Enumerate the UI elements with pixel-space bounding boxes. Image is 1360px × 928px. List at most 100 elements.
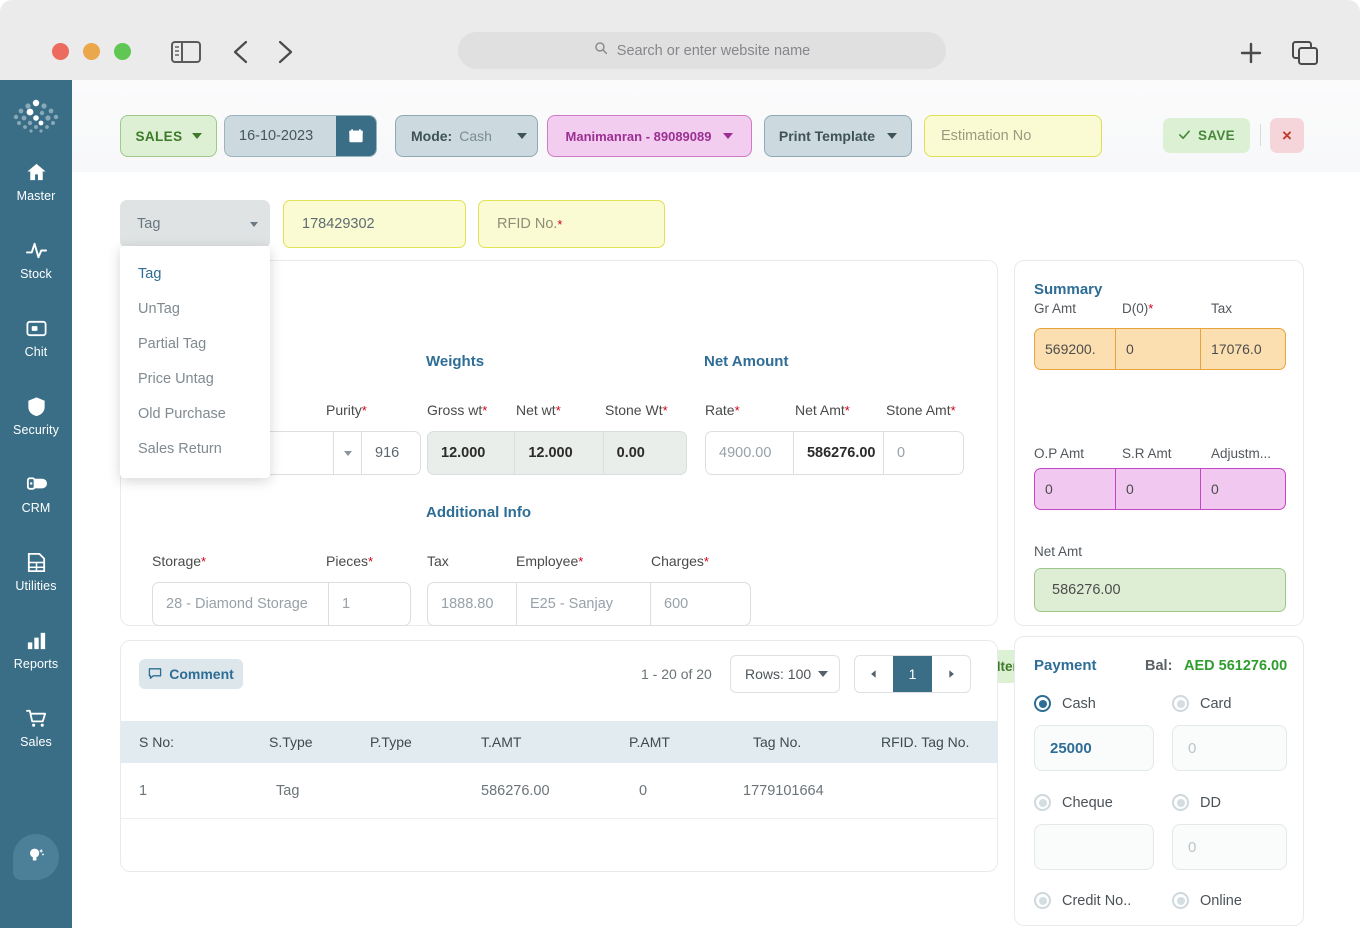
table-row[interactable]: 1 Tag 586276.00 0 1779101664 bbox=[121, 763, 997, 819]
stone-amt-value[interactable]: 0 bbox=[884, 432, 963, 474]
storage-group[interactable]: 28 - Diamond Storage 1 bbox=[152, 582, 411, 626]
required-marker: * bbox=[1148, 301, 1154, 316]
column-header-s-no: S No: bbox=[139, 734, 175, 750]
sidebar-toggle-icon[interactable] bbox=[170, 39, 202, 65]
calendar-icon[interactable] bbox=[336, 116, 376, 156]
sidebar-item-reports[interactable]: Reports bbox=[0, 614, 72, 686]
page-number-1[interactable]: 1 bbox=[893, 656, 932, 692]
balance-value: AED 561276.00 bbox=[1184, 658, 1288, 674]
payment-option-card[interactable]: Card bbox=[1172, 695, 1231, 712]
window-minimize-button[interactable] bbox=[83, 43, 100, 60]
radio-icon[interactable] bbox=[1034, 794, 1051, 811]
toolbar-divider bbox=[1260, 124, 1261, 146]
payment-title: Payment bbox=[1034, 657, 1097, 674]
item-list-card: Comment 1 - 20 of 20 Rows: 100 1 S No: S… bbox=[120, 640, 998, 872]
cell-p-amt: 0 bbox=[639, 782, 648, 799]
address-bar[interactable]: Search or enter website name bbox=[458, 32, 946, 69]
payment-option-cash[interactable]: Cash bbox=[1034, 695, 1096, 712]
op-amt-value[interactable]: 0 bbox=[1035, 469, 1116, 509]
summary-row-amounts[interactable]: 569200. 0 17076.0 bbox=[1034, 328, 1286, 370]
cheque-amount-input[interactable] bbox=[1034, 824, 1154, 870]
payment-option-online[interactable]: Online bbox=[1172, 892, 1242, 909]
dropdown-option-sales-return[interactable]: Sales Return bbox=[120, 431, 270, 466]
payment-option-cheque[interactable]: Cheque bbox=[1034, 794, 1113, 811]
sidebar-item-sales[interactable]: Sales bbox=[0, 692, 72, 764]
sidebar-item-crm[interactable]: CRM bbox=[0, 458, 72, 530]
tag-no-input[interactable]: 178429302 bbox=[283, 200, 466, 248]
required-marker: * bbox=[361, 403, 367, 418]
sidebar-item-stock[interactable]: Stock bbox=[0, 224, 72, 296]
chevron-down-icon[interactable] bbox=[334, 432, 362, 474]
radio-icon[interactable] bbox=[1172, 892, 1189, 909]
section-title-net-amount: Net Amount bbox=[704, 353, 789, 370]
dd-amount-input[interactable]: 0 bbox=[1172, 824, 1287, 870]
employee-value[interactable]: E25 - Sanjay bbox=[517, 583, 651, 625]
chevron-down-icon bbox=[818, 671, 828, 677]
storage-value[interactable]: 28 - Diamond Storage bbox=[153, 583, 329, 625]
sidebar-item-utilities[interactable]: Utilities bbox=[0, 536, 72, 608]
dropdown-option-partial-tag[interactable]: Partial Tag bbox=[120, 326, 270, 361]
net-amt-value[interactable]: 586276.00 bbox=[794, 432, 884, 474]
plus-icon[interactable] bbox=[1236, 38, 1266, 68]
payment-option-credit-no[interactable]: Credit No.. bbox=[1034, 892, 1131, 909]
forward-icon[interactable] bbox=[270, 36, 298, 68]
net-amount-group[interactable]: 4900.00 586276.00 0 bbox=[705, 431, 964, 475]
sidebar-item-label: Master bbox=[16, 189, 56, 203]
gross-wt-value[interactable]: 12.000 bbox=[428, 432, 516, 474]
dropdown-option-price-untag[interactable]: Price Untag bbox=[120, 361, 270, 396]
summary-net-amt-field[interactable]: 586276.00 bbox=[1034, 568, 1286, 612]
radio-icon[interactable] bbox=[1034, 892, 1051, 909]
window-close-button[interactable] bbox=[52, 43, 69, 60]
dropdown-option-tag[interactable]: Tag bbox=[120, 256, 270, 291]
payment-option-dd[interactable]: DD bbox=[1172, 794, 1221, 811]
card-amount-input[interactable]: 0 bbox=[1172, 725, 1287, 771]
estimation-no-input[interactable]: Estimation No bbox=[924, 115, 1102, 157]
pagination-controls[interactable]: 1 bbox=[854, 655, 971, 693]
dropdown-option-untag[interactable]: UnTag bbox=[120, 291, 270, 326]
additional-info-group[interactable]: 1888.80 E25 - Sanjay 600 bbox=[427, 582, 751, 626]
radio-icon[interactable] bbox=[1172, 794, 1189, 811]
purity-value[interactable]: 916 bbox=[362, 432, 412, 474]
tax-value[interactable]: 17076.0 bbox=[1201, 329, 1272, 369]
page-prev-button[interactable] bbox=[855, 656, 893, 692]
tab-overview-icon[interactable] bbox=[1290, 39, 1320, 67]
print-template-selector[interactable]: Print Template bbox=[764, 115, 912, 157]
net-wt-value[interactable]: 12.000 bbox=[515, 432, 604, 474]
weights-group[interactable]: 12.000 12.000 0.00 bbox=[427, 431, 687, 475]
gr-amt-value[interactable]: 569200. bbox=[1035, 329, 1116, 369]
column-header-tag-no: Tag No. bbox=[753, 734, 802, 750]
dropdown-option-old-purchase[interactable]: Old Purchase bbox=[120, 396, 270, 431]
discount-value[interactable]: 0 bbox=[1116, 329, 1201, 369]
sidebar-item-security[interactable]: Security bbox=[0, 380, 72, 452]
page-next-button[interactable] bbox=[932, 656, 970, 692]
sidebar-item-chit[interactable]: Chit bbox=[0, 302, 72, 374]
comment-button[interactable]: Comment bbox=[139, 659, 243, 689]
help-lightbulb-button[interactable] bbox=[13, 834, 59, 880]
stone-wt-value[interactable]: 0.00 bbox=[604, 432, 686, 474]
summary-row-adjustments[interactable]: 0 0 0 bbox=[1034, 468, 1286, 510]
rows-per-page-select[interactable]: Rows: 100 bbox=[730, 655, 840, 693]
radio-icon[interactable] bbox=[1034, 695, 1051, 712]
rate-value[interactable]: 4900.00 bbox=[706, 432, 794, 474]
column-header-s-type: S.Type bbox=[269, 734, 313, 750]
customer-selector[interactable]: Manimanran - 89089089 bbox=[547, 115, 752, 157]
close-form-button[interactable]: × bbox=[1270, 118, 1304, 153]
date-field[interactable]: 16-10-2023 bbox=[224, 115, 377, 157]
label-gross-wt: Gross wt bbox=[427, 402, 483, 418]
adjustment-value[interactable]: 0 bbox=[1201, 469, 1229, 509]
sr-amt-value[interactable]: 0 bbox=[1116, 469, 1201, 509]
sidebar-item-master[interactable]: Master bbox=[0, 146, 72, 218]
charges-value[interactable]: 600 bbox=[651, 583, 701, 625]
tag-type-dropdown-menu[interactable]: Tag UnTag Partial Tag Price Untag Old Pu… bbox=[120, 246, 270, 478]
cash-amount-input[interactable]: 25000 bbox=[1034, 725, 1154, 771]
save-button[interactable]: SAVE bbox=[1163, 118, 1250, 153]
window-maximize-button[interactable] bbox=[114, 43, 131, 60]
radio-icon[interactable] bbox=[1172, 695, 1189, 712]
rfid-no-input[interactable]: RFID No. * bbox=[478, 200, 665, 248]
tax-value[interactable]: 1888.80 bbox=[428, 583, 517, 625]
pieces-value[interactable]: 1 bbox=[329, 583, 363, 625]
tag-type-select[interactable]: Tag bbox=[120, 200, 270, 248]
back-icon[interactable] bbox=[228, 36, 256, 68]
mode-selector[interactable]: Mode: Cash bbox=[395, 115, 538, 157]
module-selector-sales[interactable]: SALES bbox=[120, 115, 217, 157]
